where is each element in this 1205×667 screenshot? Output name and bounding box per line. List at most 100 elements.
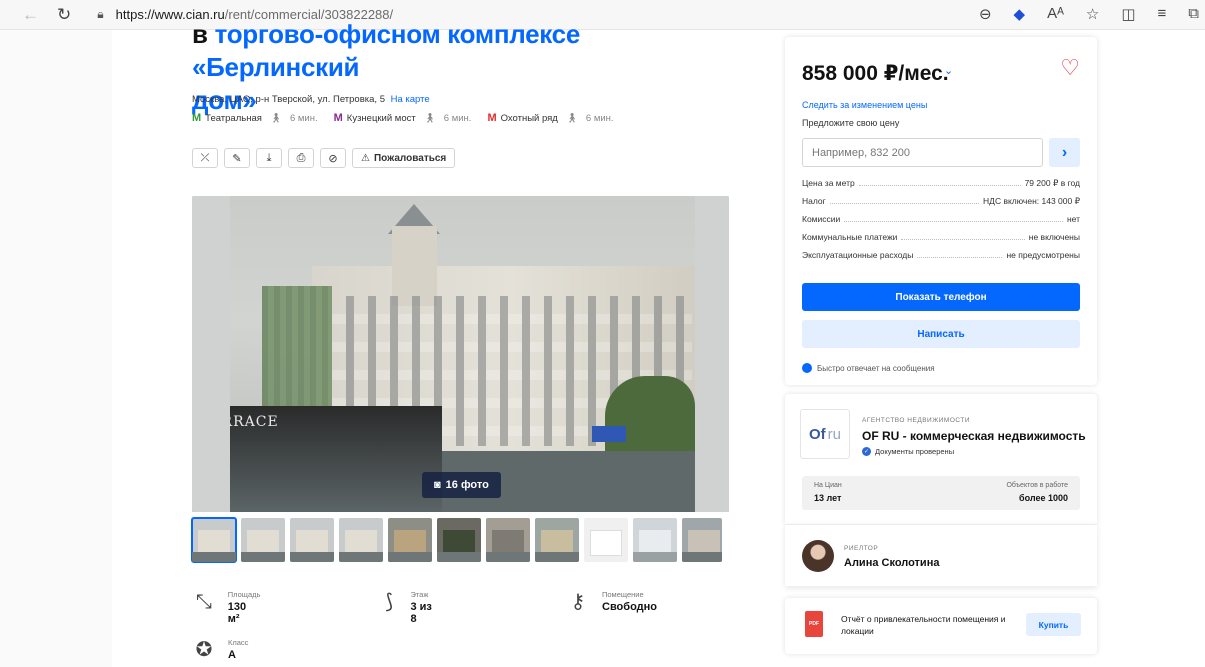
report-text: Отчёт о привлекательности помещения и ло… bbox=[841, 614, 1006, 636]
metro-name: Охотный ряд bbox=[500, 112, 558, 124]
agency-logo[interactable]: Of ru bbox=[800, 409, 850, 459]
photo-count-badge[interactable]: ◙ 16 фото bbox=[422, 472, 501, 498]
fact-label: Площадь bbox=[227, 590, 261, 599]
spec-key: Налог bbox=[802, 196, 826, 206]
objects-label: Объектов в работе bbox=[1006, 482, 1068, 489]
thumbnail[interactable] bbox=[290, 518, 334, 562]
metro-walk-time: 6 мин. bbox=[289, 112, 318, 124]
thumbnail[interactable] bbox=[191, 517, 237, 563]
logo-part-b: ru bbox=[827, 425, 841, 443]
thumbnail[interactable] bbox=[241, 518, 285, 562]
thumbnail[interactable] bbox=[584, 518, 628, 562]
follow-price-link[interactable]: Следить за изменением цены bbox=[802, 100, 927, 110]
report-card: PDF Отчёт о привлекательности помещения … bbox=[785, 598, 1097, 654]
print-button[interactable]: ⎙ bbox=[288, 148, 314, 168]
thumbnail[interactable] bbox=[682, 518, 722, 562]
photo-thumbnails bbox=[191, 517, 722, 563]
map-link[interactable]: На карте bbox=[391, 94, 430, 105]
show-phone-button[interactable]: Показать телефон bbox=[802, 283, 1080, 311]
hide-button[interactable]: ⊘ bbox=[320, 148, 346, 168]
metro-icon: M bbox=[487, 112, 497, 124]
address: Москва, ЦАО, р-н Тверской, ул. Петровка,… bbox=[192, 94, 430, 105]
main-photo[interactable]: TERRACE ◙ 16 фото bbox=[192, 196, 729, 512]
metro-station[interactable]: M Театральная 🚶︎ 6 мин. bbox=[192, 112, 318, 124]
thumbnail[interactable] bbox=[437, 518, 481, 562]
complain-button[interactable]: ⚠ Пожаловаться bbox=[352, 148, 456, 168]
on-cian-value: 13 лет bbox=[814, 493, 842, 503]
fact-value: 3 из 8 bbox=[410, 601, 432, 625]
spec-key: Комиссии bbox=[802, 214, 841, 224]
write-message-button[interactable]: Написать bbox=[802, 320, 1080, 348]
browser-actions: ⊖ ◆ Aᴬ ☆ ◫ ≡ ⧉ bbox=[979, 5, 1199, 23]
spec-row: Коммунальные платежи не включены bbox=[802, 232, 1080, 250]
offer-price-input[interactable]: Например, 832 200 bbox=[802, 138, 1043, 167]
thumbnail[interactable] bbox=[633, 518, 677, 562]
metro-list: M Театральная 🚶︎ 6 мин. M Кузнецкий мост… bbox=[192, 112, 614, 124]
edit-button[interactable]: ✎ bbox=[224, 148, 250, 168]
split-screen-icon[interactable]: ◫ bbox=[1121, 5, 1135, 23]
thumbnail[interactable] bbox=[535, 518, 579, 562]
spec-key: Коммунальные платежи bbox=[802, 232, 898, 242]
spec-value: НДС включен: 143 000 ₽ bbox=[983, 196, 1080, 206]
complain-label: Пожаловаться bbox=[373, 152, 447, 164]
fact-area: ⤡ Площадь 130 м² bbox=[192, 590, 261, 625]
agency-name[interactable]: OF RU - коммерческая недвижимость bbox=[862, 429, 1086, 443]
buy-report-button[interactable]: Купить bbox=[1026, 613, 1081, 636]
thumbnail[interactable] bbox=[486, 518, 530, 562]
spec-value: 79 200 ₽ в год bbox=[1024, 178, 1080, 188]
browser-nav: ← ↻ bbox=[22, 5, 71, 25]
fast-reply-text: Быстро отвечает на сообщения bbox=[817, 363, 935, 373]
metro-station[interactable]: M Охотный ряд 🚶︎ 6 мин. bbox=[487, 112, 613, 124]
favorite-star-icon[interactable]: ☆ bbox=[1086, 5, 1099, 23]
avatar bbox=[802, 540, 834, 572]
metro-icon: M bbox=[333, 112, 343, 124]
favorites-list-icon[interactable]: ≡ bbox=[1158, 5, 1167, 23]
realtor-name: Алина Сколотина bbox=[844, 557, 940, 569]
spec-row: Цена за метр 79 200 ₽ в год bbox=[802, 178, 1080, 196]
submit-offer-button[interactable]: › bbox=[1049, 138, 1080, 167]
spec-value: не предусмотрены bbox=[1006, 250, 1080, 260]
fact-label: Этаж bbox=[410, 590, 429, 599]
realtor-card[interactable]: РИЕЛТОР Алина Сколотина bbox=[785, 524, 1097, 586]
metro-name: Театральная bbox=[205, 112, 262, 124]
back-icon[interactable]: ← bbox=[22, 5, 39, 25]
thumbnail[interactable] bbox=[339, 518, 383, 562]
objects-value: более 1000 bbox=[1019, 493, 1068, 503]
share-icon: ⤫ bbox=[200, 151, 210, 164]
realtor-role: РИЕЛТОР bbox=[844, 545, 879, 552]
metro-icon: M bbox=[192, 112, 202, 124]
agency-stats: На Циан 13 лет Объектов в работе более 1… bbox=[802, 476, 1080, 510]
read-aloud-icon[interactable]: Aᴬ bbox=[1047, 5, 1064, 23]
spec-key: Эксплуатационные расходы bbox=[802, 250, 914, 260]
download-button[interactable]: ⤓ bbox=[256, 148, 282, 168]
spec-row: Эксплуатационные расходы не предусмотрены bbox=[802, 250, 1080, 268]
fact-value: Свободно bbox=[602, 601, 657, 613]
logo-part-a: Of bbox=[808, 425, 826, 443]
reload-icon[interactable]: ↻ bbox=[57, 5, 71, 25]
spec-key: Цена за метр bbox=[802, 178, 855, 188]
pencil-icon: ✎ bbox=[232, 152, 242, 165]
metro-walk-time: 6 мин. bbox=[585, 112, 614, 124]
share-button[interactable]: ⤫ bbox=[192, 148, 218, 168]
suggest-price-label: Предложите свою цену bbox=[802, 118, 900, 128]
key-icon: ⚷ bbox=[570, 591, 586, 613]
verified-badge: ✓ Документы проверены bbox=[862, 447, 954, 456]
title-line-1: торгово-офисном комплексе «Берлинский bbox=[192, 19, 580, 82]
star-icon: ✪ bbox=[195, 639, 213, 661]
stairs-icon: ⟆ bbox=[385, 591, 394, 613]
clock-icon bbox=[802, 363, 812, 373]
fact-class: ✪ Класс A bbox=[192, 638, 249, 662]
zoom-icon[interactable]: ⊖ bbox=[979, 5, 992, 23]
metro-station[interactable]: M Кузнецкий мост 🚶︎ 6 мин. bbox=[334, 112, 472, 124]
fact-label: Помещение bbox=[602, 590, 644, 599]
extension-icon[interactable]: ◆ bbox=[1014, 5, 1026, 23]
chevron-right-icon: › bbox=[1061, 143, 1068, 161]
fact-value: 130 м² bbox=[227, 601, 247, 625]
thumbnail[interactable] bbox=[388, 518, 432, 562]
favorite-heart-icon[interactable]: ♡ bbox=[1060, 55, 1080, 81]
spec-value: не включены bbox=[1028, 232, 1080, 242]
chevron-down-icon[interactable]: ⌄ bbox=[944, 64, 953, 77]
address-text: Москва, ЦАО, р-н Тверской, ул. Петровка,… bbox=[192, 94, 385, 105]
spec-row: Налог НДС включен: 143 000 ₽ bbox=[802, 196, 1080, 214]
collections-icon[interactable]: ⧉ bbox=[1188, 5, 1199, 23]
